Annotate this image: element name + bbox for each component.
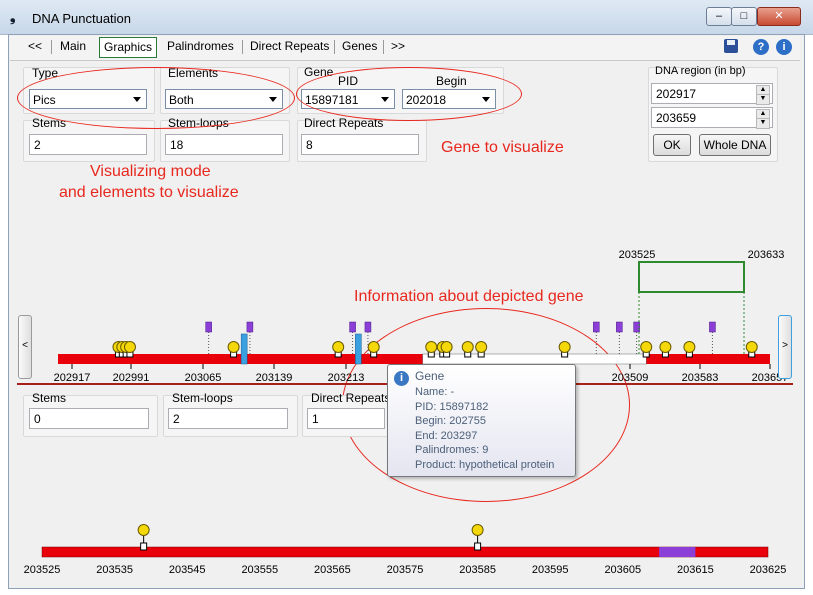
stem-loop-marker <box>640 341 653 353</box>
axis-tick-label: 203585 <box>459 564 496 576</box>
tab-prev[interactable]: << <box>24 37 46 56</box>
region-start-value: 202917 <box>656 87 697 101</box>
tooltip-line: Name: - <box>415 386 455 398</box>
axis-tick-label: 203625 <box>750 564 787 576</box>
stem-loop-marker <box>659 341 672 353</box>
axis-tick-label: 203615 <box>677 564 714 576</box>
stem-loop-marker <box>332 341 345 353</box>
dna-region-label: DNA region (in bp) <box>655 65 746 77</box>
region-end-value: 203659 <box>656 111 697 125</box>
axis-tick-label: 203605 <box>604 564 641 576</box>
minimize-button[interactable]: – <box>706 7 732 26</box>
tooltip-body: Name: - PID: 15897182 Begin: 202755 End:… <box>415 385 554 472</box>
axis-tick-label: 203525 <box>24 564 61 576</box>
direct-repeat-segment <box>659 547 696 557</box>
annotation-ellipse <box>296 67 522 121</box>
direct-repeat-marker <box>593 321 600 333</box>
stem-loop-marker <box>425 341 438 353</box>
zoom-start-label: 203525 <box>619 249 656 261</box>
whole-dna-button[interactable]: Whole DNA <box>699 134 771 156</box>
track-bottom: 203525 203535 203545 203555 203565 203575 2035… <box>24 524 787 576</box>
axis-tick-label: 203545 <box>169 564 206 576</box>
tooltip-line: Palindromes: 9 <box>415 444 489 456</box>
tab-separator <box>242 40 243 54</box>
stems-field[interactable]: 2 <box>29 134 147 155</box>
annotation-visualizing-mode: Visualizing mode <box>90 163 211 180</box>
direct-repeat-marker <box>246 321 254 333</box>
tab-next[interactable]: >> <box>387 37 409 56</box>
info-icon[interactable]: i <box>776 39 792 55</box>
axis-tick-label: 203595 <box>532 564 569 576</box>
tab-palindromes[interactable]: Palindromes <box>163 37 238 56</box>
region-end-field[interactable]: 203659 ▲ ▼ <box>651 107 773 129</box>
tooltip-line: Product: hypothetical protein <box>415 458 555 471</box>
maximize-button[interactable]: □ <box>731 7 757 26</box>
tooltip-title: Gene <box>415 369 445 383</box>
stem-loop-marker <box>227 341 240 353</box>
spin-down-icon[interactable]: ▼ <box>756 94 770 105</box>
stem-marker <box>240 333 248 365</box>
info-icon: i <box>394 371 409 386</box>
lower-stem-loops-field[interactable]: 2 <box>168 408 288 429</box>
lower-stem-loops-label: Stem-loops <box>172 391 233 405</box>
app-icon: ❟ <box>10 8 16 24</box>
direct-repeat-marker <box>349 321 356 333</box>
close-button[interactable]: ✕ <box>757 7 801 26</box>
zoom-window-box <box>638 261 745 293</box>
tab-main[interactable]: Main <box>56 37 90 56</box>
tab-graphics[interactable]: Graphics <box>99 37 158 58</box>
tab-direct-repeats[interactable]: Direct Repeats <box>246 37 333 56</box>
axis-tick-label: 203565 <box>314 564 351 576</box>
stem-loop-marker <box>471 524 484 536</box>
tooltip-line: Begin: 202755 <box>415 415 486 427</box>
spin-down-icon[interactable]: ▼ <box>756 118 770 129</box>
stem-loop-marker <box>137 524 150 536</box>
direct-repeat-marker <box>616 321 623 333</box>
stem-loop-marker <box>367 341 380 353</box>
lower-direct-repeats-label: Direct Repeats <box>311 391 391 405</box>
annotation-elements: and elements to visualize <box>59 184 239 201</box>
tab-separator <box>383 40 384 54</box>
direct-repeat-marker <box>633 321 640 333</box>
help-icon[interactable]: ? <box>753 39 769 55</box>
stem-loop-marker <box>745 341 758 353</box>
tab-genes[interactable]: Genes <box>338 37 381 56</box>
scroll-right-button[interactable]: > <box>778 315 792 379</box>
lower-stems-field[interactable]: 0 <box>29 408 149 429</box>
annotation-ellipse <box>17 67 295 129</box>
lower-direct-repeats-field[interactable]: 1 <box>307 408 385 429</box>
stem-loop-marker-base <box>474 542 482 551</box>
direct-repeat-marker <box>364 321 372 333</box>
tab-separator <box>334 40 335 54</box>
stem-loop-marker <box>558 341 571 353</box>
direct-repeat-marker <box>709 321 716 333</box>
tooltip-line: End: 203297 <box>415 429 478 442</box>
scroll-left-button[interactable]: < <box>18 315 32 379</box>
gene-region-segment <box>422 353 647 365</box>
stem-marker <box>355 333 362 365</box>
ok-button[interactable]: OK <box>653 134 691 156</box>
stem-loop-marker-base <box>140 542 148 551</box>
axis-tick-label: 203575 <box>387 564 424 576</box>
stem-loop-marker <box>123 341 136 353</box>
stem-loop-marker <box>440 341 453 353</box>
lower-stems-label: Stems <box>32 391 67 405</box>
direct-repeat-marker <box>205 321 212 333</box>
tab-separator <box>51 40 52 54</box>
annotation-gene-to-visualize: Gene to visualize <box>441 139 564 156</box>
save-icon[interactable] <box>724 39 738 53</box>
direct-repeats-field[interactable]: 8 <box>301 134 419 155</box>
stem-loop-marker <box>461 341 474 353</box>
zoom-end-label: 203633 <box>748 249 785 261</box>
tooltip-line: PID: 15897182 <box>415 400 489 413</box>
stem-loop-marker <box>475 341 488 353</box>
axis-tick-label: 203535 <box>96 564 133 576</box>
region-start-field[interactable]: 202917 ▲ ▼ <box>651 83 773 105</box>
window-title: DNA Punctuation <box>32 11 132 26</box>
stem-loop-marker <box>683 341 696 353</box>
gene-tooltip: i Gene Name: - PID: 15897182 Begin: 2027… <box>387 364 576 477</box>
axis-tick-label: 203555 <box>241 564 278 576</box>
stem-loops-field[interactable]: 18 <box>165 134 283 155</box>
